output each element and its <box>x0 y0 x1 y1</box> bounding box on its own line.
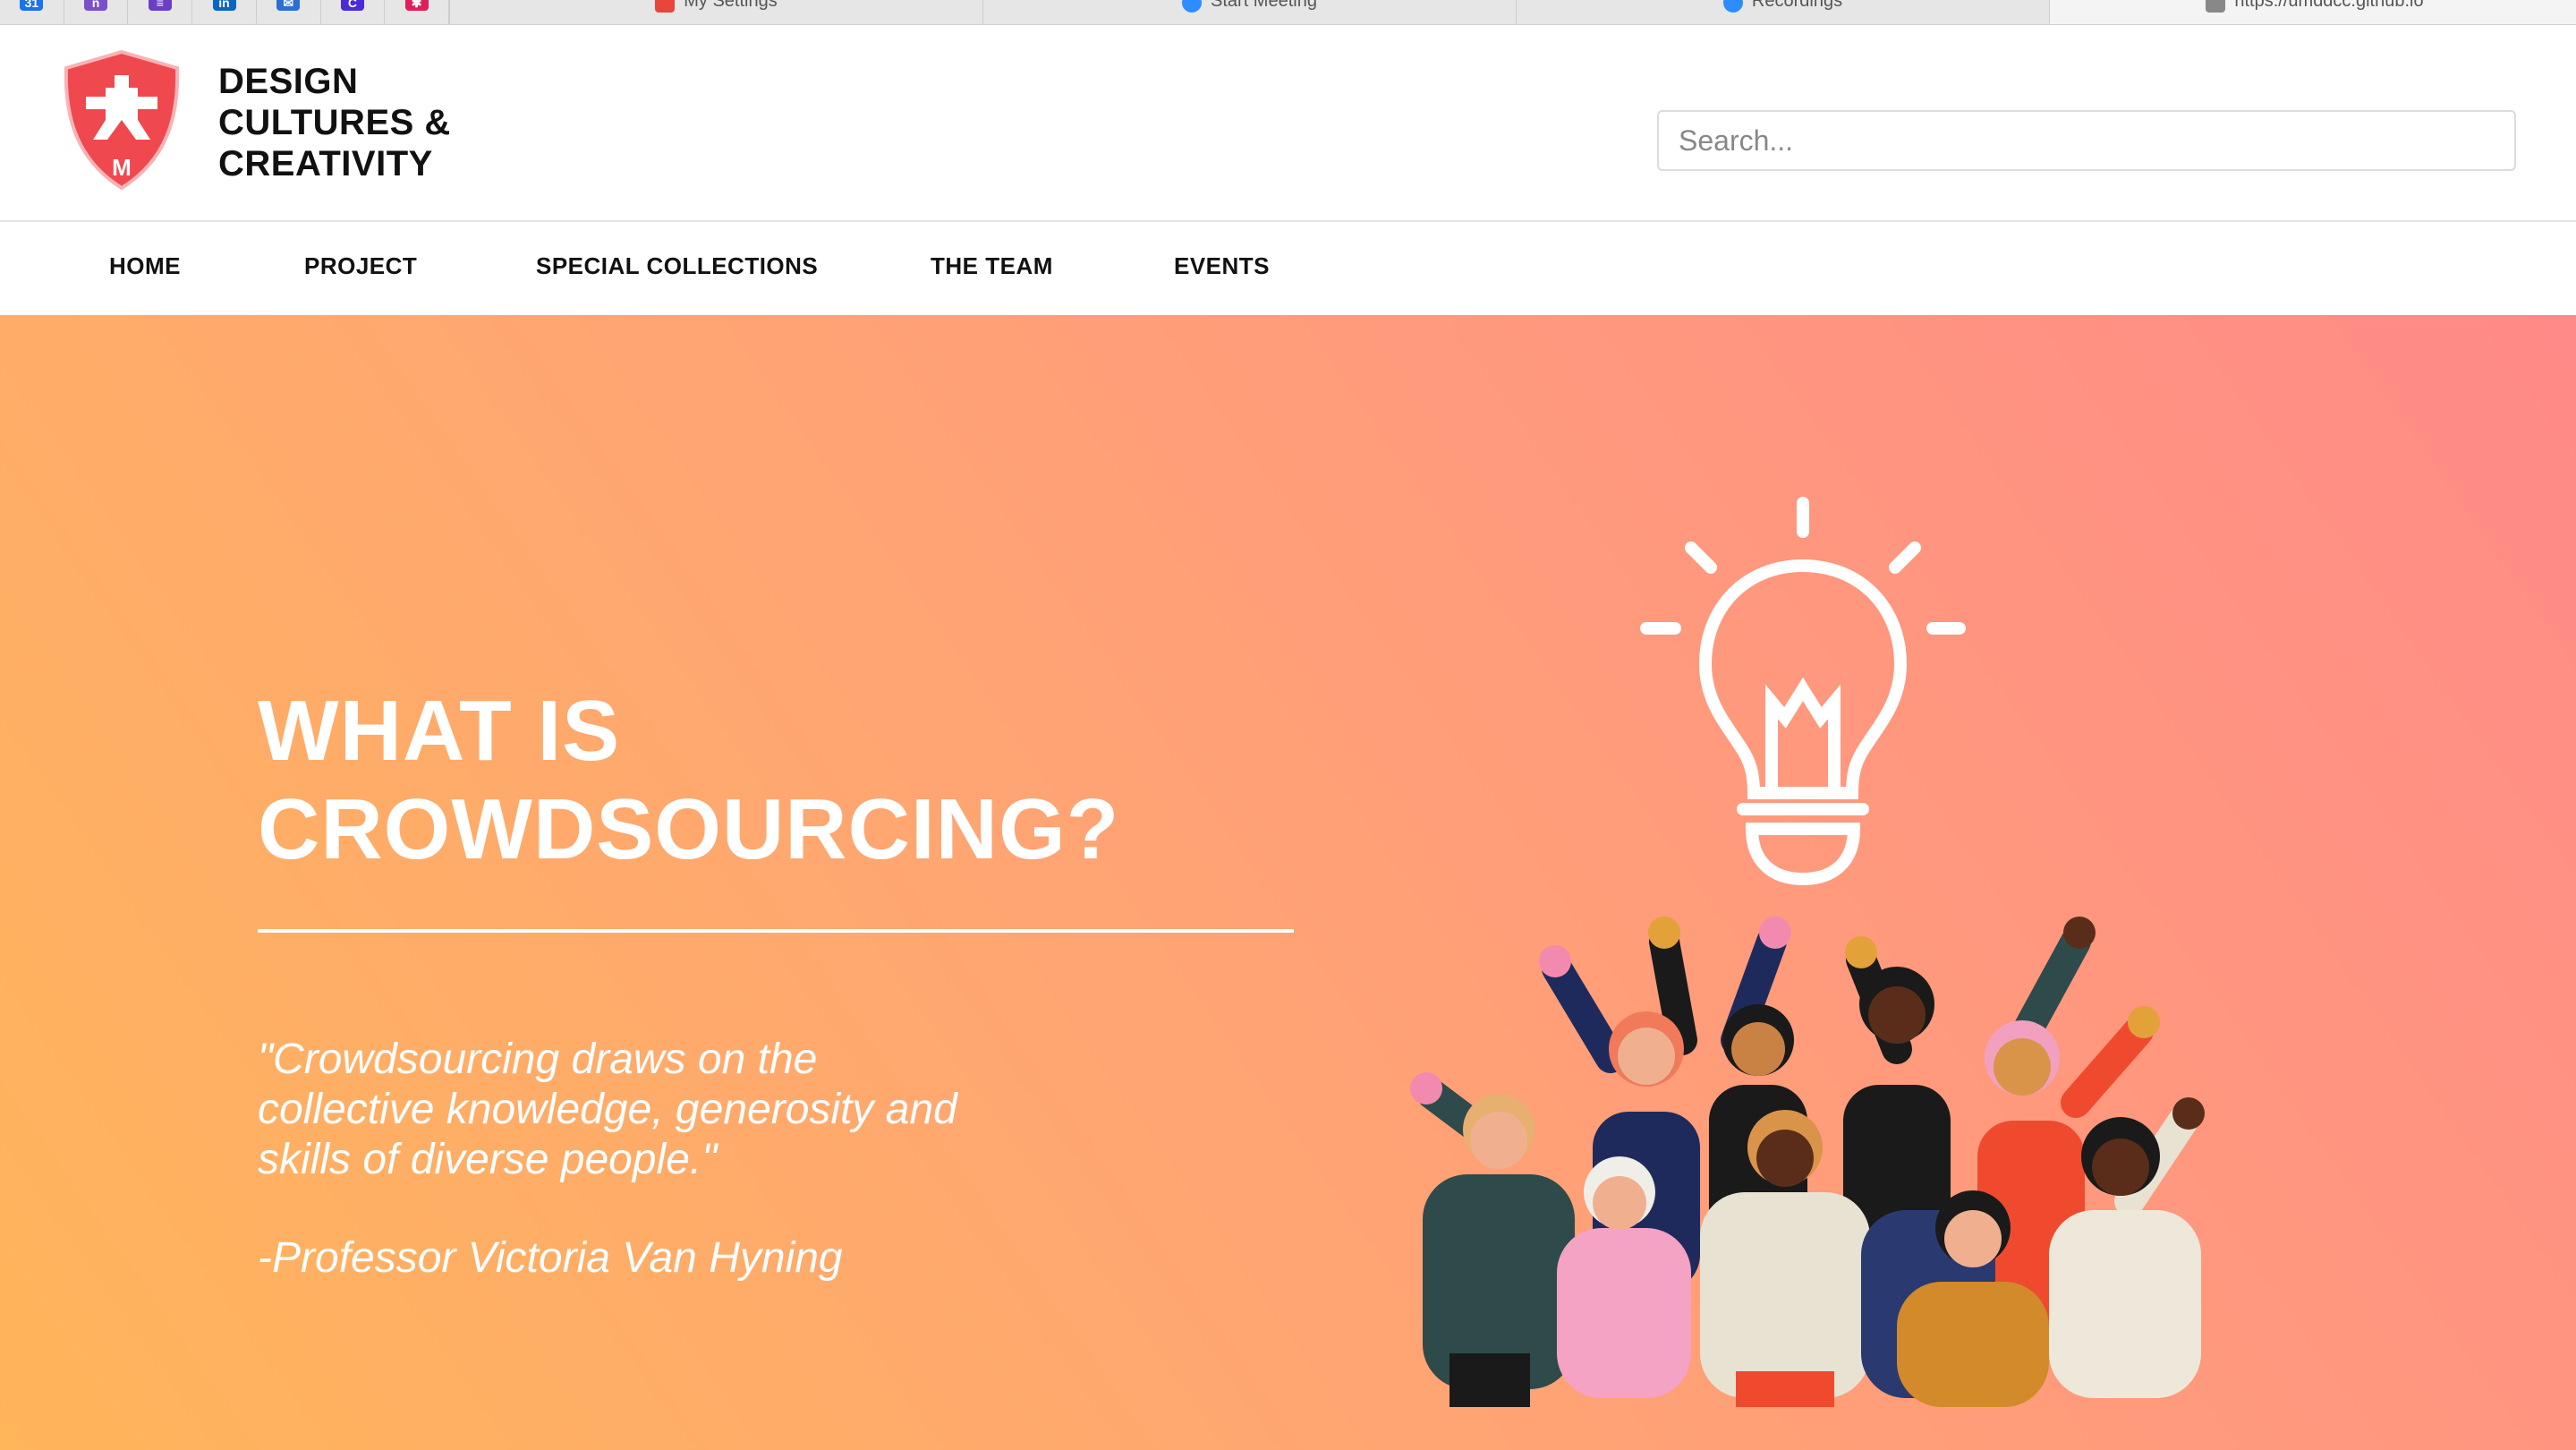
list-favicon[interactable]: ≡ <box>128 0 193 24</box>
linkedin-favicon[interactable]: in <box>192 0 257 24</box>
search-input[interactable] <box>1657 110 2516 171</box>
canvas-favicon[interactable]: C <box>321 0 386 24</box>
tab-my-settings[interactable]: My Settings <box>449 0 982 24</box>
nav-special-collections[interactable]: SPECIAL COLLECTIONS <box>536 252 818 280</box>
notes-favicon[interactable]: n <box>64 0 129 24</box>
nav-home[interactable]: HOME <box>109 252 181 280</box>
hero-section: WHAT IS CROWDSOURCING? "Crowdsourcing dr… <box>0 315 2576 1450</box>
light-bulb-icon <box>1640 497 1966 886</box>
site-header: M DESIGN CULTURES & CREATIVITY <box>0 25 2576 222</box>
zoom-app-icon <box>655 0 676 13</box>
quote-attribution: -Professor Victoria Van Hyning <box>258 1234 843 1282</box>
hero-title: WHAT IS CROWDSOURCING? <box>258 683 1120 877</box>
tab-umddcc-active[interactable]: https://umddcc.github.io <box>2049 0 2576 24</box>
hero-quote: "Crowdsourcing draws on the collective k… <box>258 1036 957 1183</box>
slack-favicon[interactable]: ✱ <box>385 0 450 24</box>
tab-start-meeting[interactable]: Start Meeting <box>982 0 1516 24</box>
nav-project[interactable]: PROJECT <box>304 252 417 280</box>
zoom-camera-icon <box>1182 0 1203 13</box>
tab-recordings[interactable]: Recordings <box>1516 0 2049 24</box>
crowd-illustration <box>1410 917 2205 1407</box>
site-brand-name[interactable]: DESIGN CULTURES & CREATIVITY <box>218 61 451 184</box>
github-page-icon <box>2206 0 2226 13</box>
bookmark-favicons: 31 n ≡ in ✉ C ✱ <box>0 0 450 24</box>
browser-tab-bar: 31 n ≡ in ✉ C ✱ My Settings Start Meetin… <box>0 0 2576 25</box>
nav-the-team[interactable]: THE TEAM <box>931 252 1053 280</box>
zoom-camera-icon <box>1722 0 1743 13</box>
svg-text:M: M <box>112 154 132 181</box>
mail-favicon[interactable]: ✉ <box>257 0 321 24</box>
main-nav: HOME PROJECT SPECIAL COLLECTIONS THE TEA… <box>0 222 2576 315</box>
hero-divider <box>258 929 1294 933</box>
shield-logo-icon[interactable]: M <box>59 48 184 192</box>
nav-events[interactable]: EVENTS <box>1174 252 1270 280</box>
calendar-favicon[interactable]: 31 <box>0 0 64 24</box>
